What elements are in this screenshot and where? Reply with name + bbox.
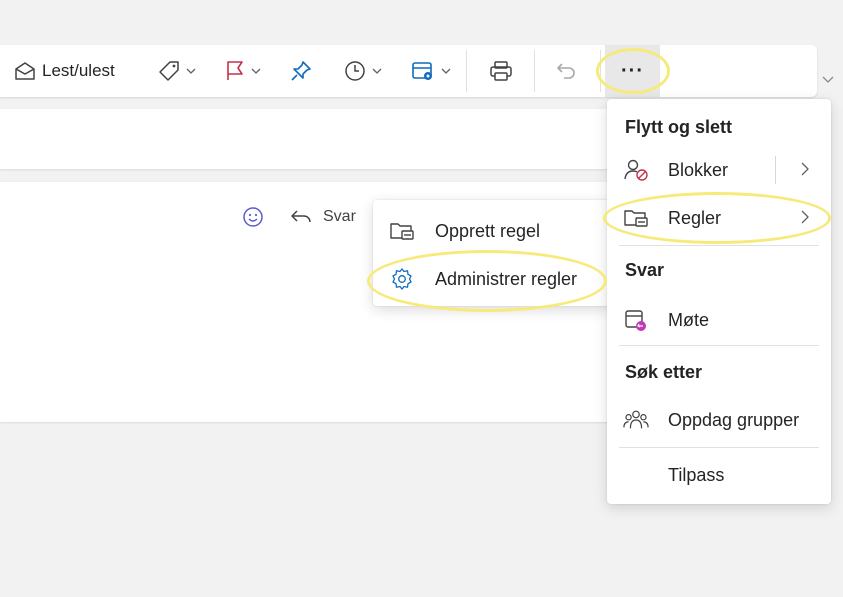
discover-groups-item[interactable]: Oppdag grupper bbox=[607, 398, 831, 442]
rules-item[interactable]: Regler bbox=[607, 196, 831, 240]
chevron-down-icon bbox=[372, 68, 382, 74]
chevron-down-icon bbox=[251, 68, 261, 74]
chevron-down-icon[interactable] bbox=[822, 76, 834, 83]
meeting-label: Møte bbox=[668, 309, 710, 330]
print-button[interactable] bbox=[489, 45, 513, 97]
snooze-button[interactable] bbox=[344, 45, 382, 97]
toolbar-divider bbox=[534, 50, 535, 92]
menu-divider bbox=[619, 245, 819, 246]
subject-panel bbox=[0, 109, 612, 169]
people-group-icon bbox=[623, 408, 649, 432]
split-divider bbox=[775, 156, 776, 184]
read-unread-button[interactable]: Lest/ulest bbox=[14, 45, 115, 97]
manage-rules-item[interactable]: Administrer regler bbox=[389, 257, 577, 301]
envelope-open-icon bbox=[14, 61, 36, 81]
more-options-menu: Flytt og slett Blokker Regler Svar Møte … bbox=[607, 99, 831, 504]
block-user-icon bbox=[623, 158, 649, 182]
folder-rule-icon bbox=[623, 207, 649, 229]
reply-area: Svar bbox=[242, 203, 356, 231]
rules-toolbar-button[interactable] bbox=[411, 45, 451, 97]
read-unread-label: Lest/ulest bbox=[42, 61, 115, 80]
reply-button[interactable] bbox=[289, 208, 313, 226]
toolbar-divider bbox=[600, 50, 601, 92]
pin-icon bbox=[290, 60, 312, 82]
flag-icon bbox=[225, 60, 245, 82]
rules-submenu: Opprett regel Administrer regler bbox=[373, 200, 611, 306]
flag-button[interactable] bbox=[225, 45, 261, 97]
calendar-reply-icon bbox=[623, 308, 649, 332]
discover-groups-label: Oppdag grupper bbox=[668, 409, 800, 430]
create-rule-label: Opprett regel bbox=[435, 220, 541, 241]
tag-icon bbox=[158, 60, 180, 82]
section-header-reply: Svar bbox=[625, 260, 665, 280]
clock-icon bbox=[344, 60, 366, 82]
reply-label[interactable]: Svar bbox=[323, 208, 356, 226]
emoji-icon[interactable] bbox=[242, 206, 264, 228]
gear-icon bbox=[389, 267, 415, 291]
block-label: Blokker bbox=[668, 159, 729, 180]
chevron-right-icon[interactable] bbox=[801, 162, 809, 176]
create-rule-item[interactable]: Opprett regel bbox=[389, 209, 540, 253]
categorize-button[interactable] bbox=[158, 45, 196, 97]
section-header-search: Søk etter bbox=[625, 362, 703, 382]
customize-item[interactable]: Tilpass bbox=[607, 453, 831, 497]
undo-button[interactable] bbox=[556, 45, 578, 97]
manage-rules-label: Administrer regler bbox=[435, 268, 578, 289]
undo-icon bbox=[556, 60, 578, 82]
block-item[interactable]: Blokker bbox=[607, 148, 831, 192]
printer-icon bbox=[489, 60, 513, 82]
more-options-button[interactable]: ··· bbox=[605, 45, 660, 97]
pin-button[interactable] bbox=[290, 45, 312, 97]
chevron-right-icon bbox=[801, 210, 809, 224]
chevron-down-icon bbox=[441, 68, 451, 74]
toolbar-divider bbox=[466, 50, 467, 92]
calendar-settings-icon bbox=[411, 60, 435, 82]
customize-label: Tilpass bbox=[668, 464, 725, 485]
rules-label: Regler bbox=[668, 207, 722, 228]
menu-divider bbox=[619, 447, 819, 448]
ribbon-toolbar: Lest/ulest bbox=[0, 45, 817, 97]
meeting-item[interactable]: Møte bbox=[607, 298, 831, 342]
chevron-down-icon bbox=[186, 68, 196, 74]
menu-divider bbox=[619, 345, 819, 346]
folder-rule-icon bbox=[389, 220, 415, 242]
section-header-move-delete: Flytt og slett bbox=[625, 117, 732, 137]
